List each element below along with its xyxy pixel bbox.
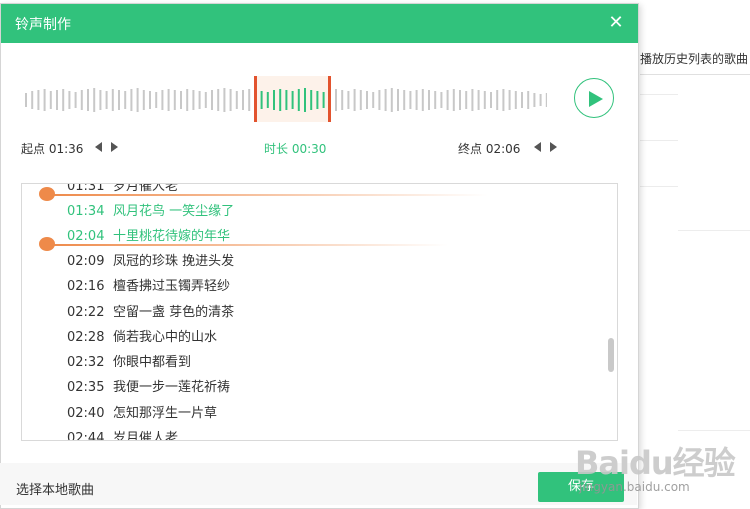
play-button[interactable] xyxy=(574,78,614,118)
end-marker[interactable] xyxy=(39,237,55,251)
watermark: Baidu经验 jingyan.baidu.com xyxy=(575,430,750,505)
waveform[interactable] xyxy=(22,78,547,122)
lyrics-list[interactable]: 01:31 岁月催人老 01:34 风月花鸟 一笑尘缘了 02:04 十里桃花待嫁的年… xyxy=(21,183,618,441)
lyric-line[interactable]: 02:35 我便一步一莲花祈祷 xyxy=(67,376,230,396)
background-divider xyxy=(678,230,750,231)
lyric-line[interactable]: 02:16 檀香拂过玉镯弄轻纱 xyxy=(67,275,230,295)
dialog-titlebar: 铃声制作 ✕ xyxy=(1,4,638,43)
lyric-line-start[interactable]: 01:34 风月花鸟 一笑尘缘了 xyxy=(67,200,234,220)
background-divider xyxy=(640,140,678,141)
end-label: 终点 02:06 xyxy=(458,142,521,156)
background-history-label[interactable]: 播放历史列表的歌曲 xyxy=(640,44,750,75)
triangle-right-icon[interactable] xyxy=(550,142,557,152)
duration-label: 时长 00:30 xyxy=(264,142,327,156)
lyric-line[interactable]: 02:22 空留一盏 芽色的清茶 xyxy=(67,301,234,321)
lyric-line[interactable]: 02:32 你眼中都看到 xyxy=(67,351,191,371)
lyric-line-end[interactable]: 02:04 十里桃花待嫁的年华 xyxy=(67,225,230,245)
choose-local-song-link[interactable]: 选择本地歌曲 xyxy=(16,479,94,498)
triangle-left-icon[interactable] xyxy=(534,142,541,152)
lyrics-scrollbar[interactable] xyxy=(608,338,614,372)
start-label: 起点 01:36 xyxy=(21,142,84,156)
lyric-line[interactable]: 02:09 凤冠的珍珠 挽进头发 xyxy=(67,250,234,270)
background-divider xyxy=(640,186,678,187)
start-marker-line xyxy=(48,194,488,196)
triangle-right-icon[interactable] xyxy=(111,142,118,152)
lyric-line[interactable]: 02:44 岁月催人老 xyxy=(67,427,178,440)
triangle-left-icon[interactable] xyxy=(95,142,102,152)
watermark-url: jingyan.baidu.com xyxy=(579,480,690,494)
lyric-line[interactable]: 02:40 怎知那浮生一片草 xyxy=(67,402,217,422)
lyric-line[interactable]: 02:28 倘若我心中的山水 xyxy=(67,326,217,346)
watermark-brand: Baidu经验 xyxy=(575,444,736,482)
start-marker[interactable] xyxy=(39,187,55,201)
close-icon[interactable]: ✕ xyxy=(606,11,626,35)
background-divider xyxy=(640,94,678,95)
dialog-title: 铃声制作 xyxy=(15,17,71,33)
end-handle[interactable] xyxy=(328,76,331,122)
play-icon xyxy=(589,91,603,107)
end-marker-line xyxy=(48,244,448,246)
start-handle[interactable] xyxy=(254,76,257,122)
